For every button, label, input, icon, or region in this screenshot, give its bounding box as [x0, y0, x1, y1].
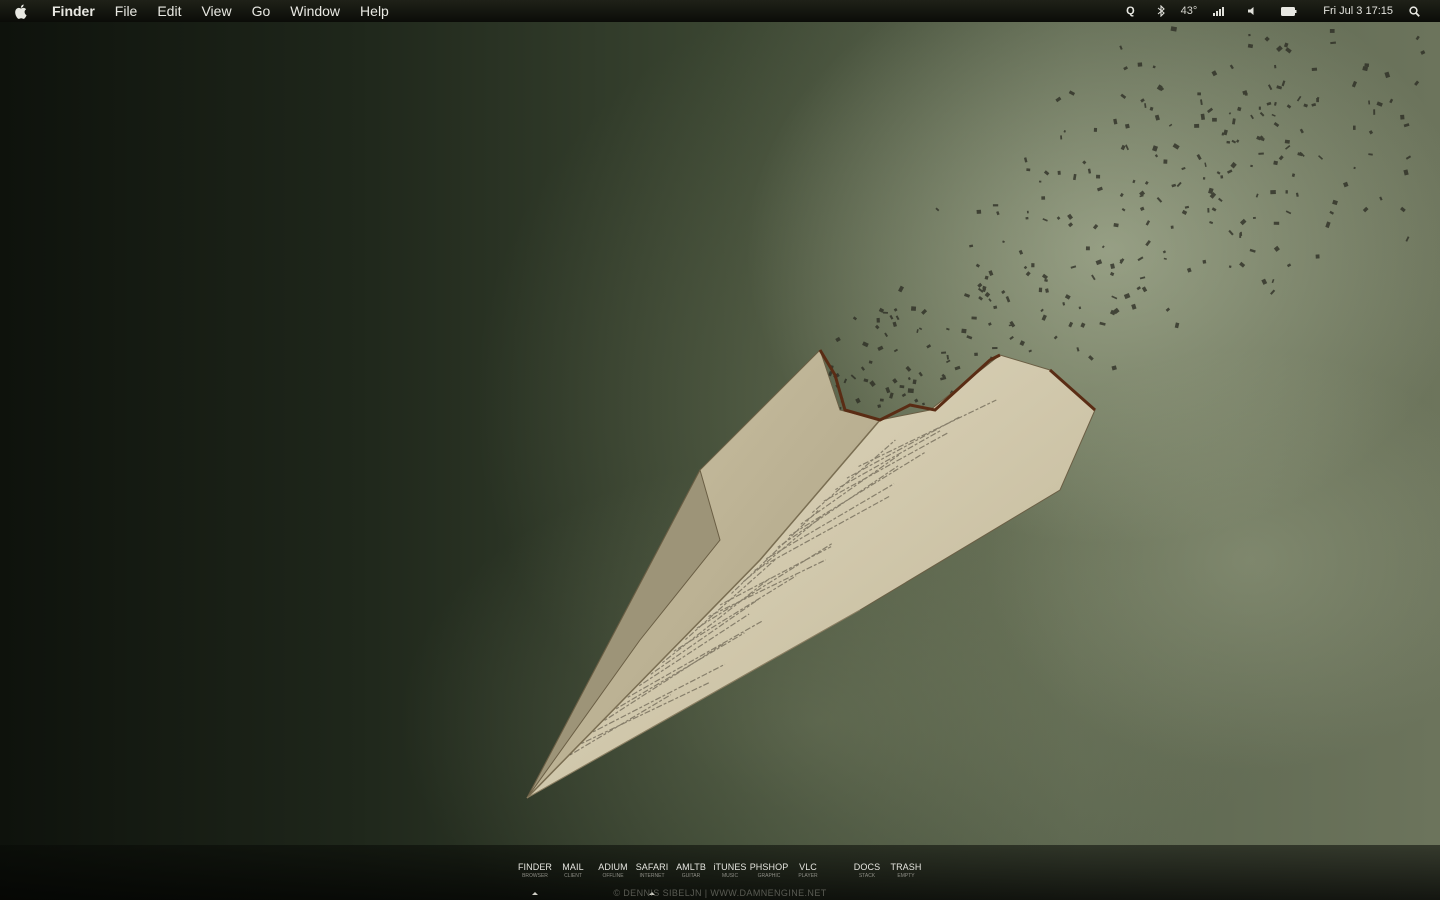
- apple-menu-icon[interactable]: [14, 4, 42, 19]
- paper-plane-illustration: [526, 26, 1426, 799]
- letter-fragments: [799, 26, 1426, 462]
- temperature-readout[interactable]: 43°: [1173, 0, 1206, 22]
- dock-item-amltb[interactable]: AMLTB GUITAR: [669, 862, 713, 879]
- dock-item-vlc[interactable]: VLC PLAYER: [786, 862, 830, 879]
- dock-item-safari[interactable]: SAFARI INTERNET: [630, 862, 674, 879]
- wifi-signal-icon[interactable]: [1205, 0, 1233, 22]
- volume-icon[interactable]: [1239, 0, 1265, 22]
- menu-edit[interactable]: Edit: [147, 0, 191, 22]
- bluetooth-icon[interactable]: [1149, 0, 1173, 22]
- menu-window[interactable]: Window: [280, 0, 350, 22]
- menu-view[interactable]: View: [191, 0, 241, 22]
- dock-item-trash[interactable]: TRASH EMPTY: [884, 862, 928, 879]
- dock-item-mail[interactable]: MAIL CLIENT: [551, 862, 595, 879]
- menu-bar: Finder File Edit View Go Window Help Q 4…: [0, 0, 1440, 22]
- menu-app-finder[interactable]: Finder: [42, 0, 105, 22]
- quicksilver-menu[interactable]: Q: [1118, 0, 1143, 22]
- dock-item-adium[interactable]: ADIUM OFFLINE: [591, 862, 635, 879]
- menu-clock[interactable]: Fri Jul 3 17:15: [1315, 0, 1401, 22]
- wallpaper-credit: © DENNIS SIBELJN | WWW.DAMNENGINE.NET: [613, 888, 827, 898]
- dock-item-itunes[interactable]: iTUNES MUSIC: [708, 862, 752, 879]
- desktop-wallpaper: [0, 0, 1440, 900]
- menu-file[interactable]: File: [105, 0, 148, 22]
- paper-plane: [526, 349, 1096, 799]
- battery-icon[interactable]: [1273, 0, 1305, 22]
- menu-go[interactable]: Go: [242, 0, 281, 22]
- dock-item-docs-stack[interactable]: DOCS STACK: [845, 862, 889, 879]
- dock-item-photoshop[interactable]: PHSHOP GRAPHIC: [747, 862, 791, 879]
- status-area: Q 43° Fri Jul 3 17:15: [1118, 0, 1440, 22]
- menu-help[interactable]: Help: [350, 0, 399, 22]
- spotlight-search-icon[interactable]: [1401, 0, 1428, 22]
